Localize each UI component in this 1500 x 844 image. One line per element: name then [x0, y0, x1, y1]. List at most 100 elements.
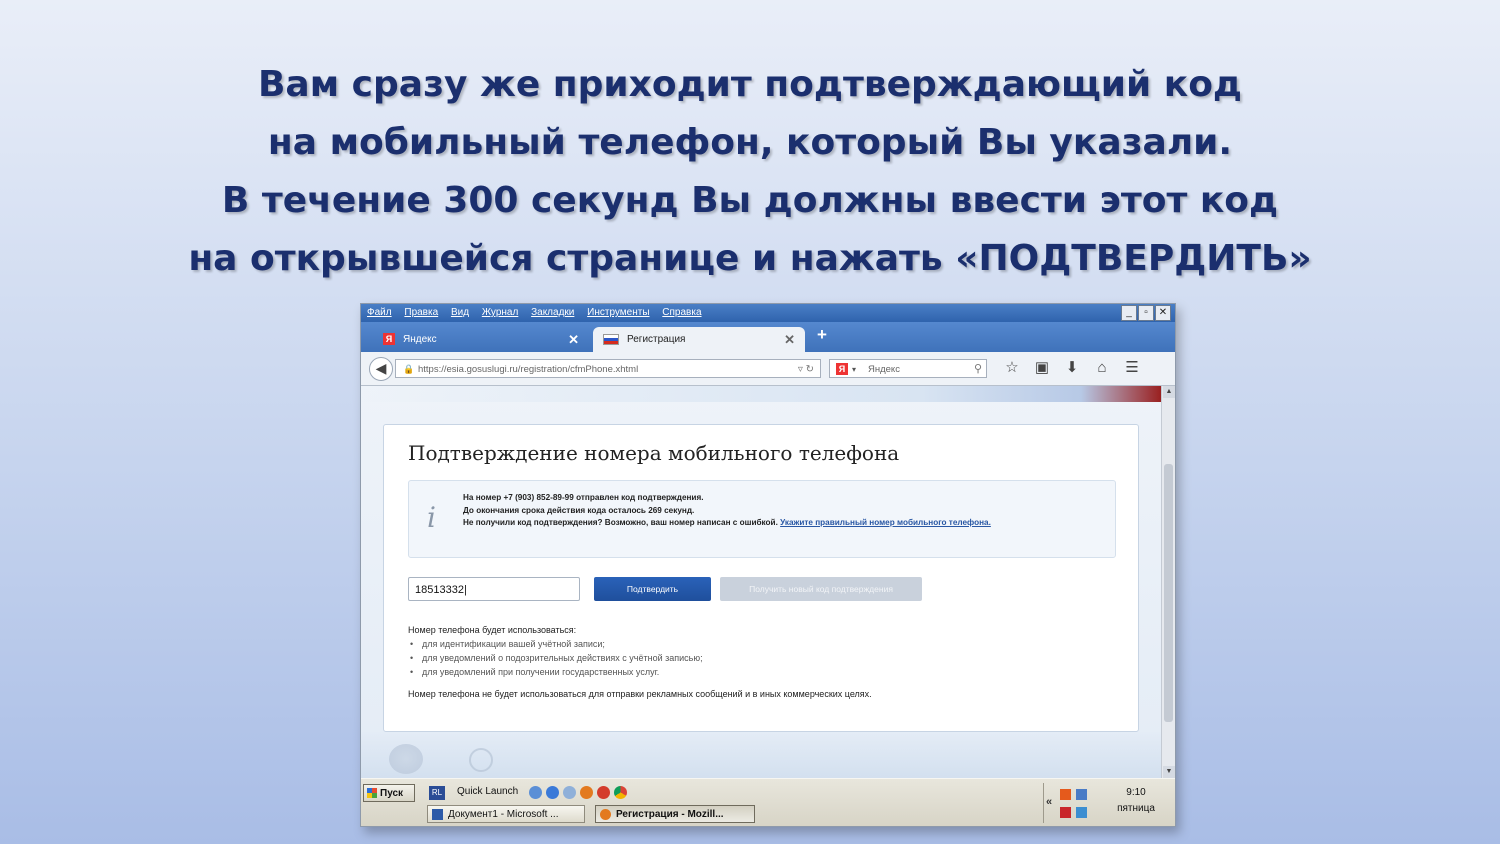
- scroll-thumb[interactable]: [1164, 464, 1173, 722]
- usage-note: Номер телефона не будет использоваться д…: [408, 689, 872, 699]
- chevron-down-icon[interactable]: ▾: [852, 360, 856, 379]
- slide-heading: Вам сразу же приходит подтверждающий код…: [0, 56, 1500, 288]
- menu-file[interactable]: Файл: [367, 307, 392, 318]
- new-tab-button[interactable]: +: [817, 325, 827, 345]
- info-line-1: На номер +7 (903) 852-89-99 отправлен ко…: [463, 493, 704, 502]
- close-icon[interactable]: ✕: [784, 327, 795, 352]
- back-button[interactable]: ◀: [369, 357, 393, 381]
- tray-expand-icon[interactable]: «: [1046, 796, 1052, 808]
- system-tray: « 9:10 пятница: [1043, 783, 1172, 823]
- menu-bookmarks[interactable]: Закладки: [531, 307, 574, 318]
- page-title: Подтверждение номера мобильного телефона: [408, 441, 900, 465]
- tray-network-icon[interactable]: [1076, 789, 1087, 800]
- header-decoration: [361, 386, 1161, 402]
- clock: 9:10 пятница: [1102, 785, 1170, 817]
- scroll-up-icon[interactable]: ▲: [1163, 386, 1175, 398]
- menu-edit[interactable]: Правка: [404, 307, 438, 318]
- menu-history[interactable]: Журнал: [482, 307, 519, 318]
- close-icon[interactable]: ✕: [568, 327, 579, 352]
- taskbar-item-firefox[interactable]: Регистрация - Mozill...: [595, 805, 755, 823]
- emblem-icon: [389, 744, 423, 774]
- menu-tools[interactable]: Инструменты: [587, 307, 649, 318]
- start-button[interactable]: Пуск: [363, 784, 415, 802]
- menu-help[interactable]: Справка: [662, 307, 701, 318]
- heading-line-1: Вам сразу же приходит подтверждающий код: [257, 64, 1243, 105]
- word-icon: [432, 809, 443, 820]
- new-code-button[interactable]: Получить новый код подтверждения: [720, 577, 922, 601]
- heading-line-3: В течение 300 секунд Вы должны ввести эт…: [221, 180, 1279, 221]
- vertical-scrollbar[interactable]: ▲ ▼: [1161, 386, 1175, 778]
- rl-icon[interactable]: RL: [429, 786, 445, 800]
- list-item: для уведомлений о подозрительных действи…: [410, 651, 1108, 665]
- ie-icon[interactable]: [546, 786, 559, 800]
- media-icon[interactable]: [563, 786, 576, 800]
- task-word-label: Документ1 - Microsoft ...: [448, 809, 559, 820]
- window-controls: _ ▫ ✕: [1120, 305, 1171, 321]
- browser-screenshot: Файл Правка Вид Журнал Закладки Инструме…: [360, 303, 1176, 827]
- task-firefox-label: Регистрация - Mozill...: [616, 809, 724, 820]
- list-item: для уведомлений при получении государств…: [410, 665, 1108, 679]
- taskbar-item-word[interactable]: Документ1 - Microsoft ...: [427, 805, 585, 823]
- opera-icon[interactable]: [597, 786, 610, 800]
- info-text: На номер +7 (903) 852-89-99 отправлен ко…: [463, 492, 1103, 530]
- star-icon[interactable]: ☆: [997, 358, 1027, 378]
- tab-yandex-label: Яндекс: [403, 334, 437, 345]
- correct-number-link[interactable]: Укажите правильный номер мобильного теле…: [780, 518, 991, 527]
- tray-monitor-icon[interactable]: [1076, 807, 1087, 818]
- quick-launch-label: Quick Launch: [457, 786, 519, 797]
- confirmation-panel: Подтверждение номера мобильного телефона…: [383, 424, 1139, 732]
- gosuslugi-logo-icon: [469, 748, 493, 772]
- tray-app-icon[interactable]: [1060, 789, 1071, 800]
- back-arrow-icon: ◀: [375, 360, 387, 376]
- menu-bar: Файл Правка Вид Журнал Закладки Инструме…: [361, 304, 1175, 322]
- firefox-icon[interactable]: [580, 786, 593, 800]
- clipboard-icon[interactable]: ▣: [1027, 358, 1057, 378]
- russia-flag-icon: [603, 333, 619, 345]
- confirm-button[interactable]: Подтвердить: [594, 577, 711, 601]
- clock-day: пятница: [1117, 803, 1155, 814]
- heading-line-2: на мобильный телефон, который Вы указали…: [267, 122, 1233, 163]
- code-input[interactable]: 18513332|: [408, 577, 580, 601]
- search-icon[interactable]: ⚲: [974, 360, 982, 379]
- tab-registration[interactable]: Регистрация ✕: [593, 327, 805, 352]
- menu-view[interactable]: Вид: [451, 307, 469, 318]
- windows-logo-icon: [367, 788, 377, 799]
- heading-line-4: на открывшейся странице и нажать «ПОДТВЕ…: [188, 238, 1312, 279]
- address-bar[interactable]: 🔒 https://esia.gosuslugi.ru/registration…: [395, 359, 821, 378]
- code-value: 18513332: [415, 584, 464, 596]
- reload-icon[interactable]: ▿ ↻: [798, 360, 814, 379]
- quick-launch-icons: [529, 784, 631, 802]
- kaspersky-icon[interactable]: [1060, 807, 1071, 818]
- info-line-3: Не получили код подтверждения? Возможно,…: [463, 517, 1103, 530]
- yandex-icon: Я: [383, 333, 395, 346]
- list-item: для идентификации вашей учётной записи;: [410, 637, 1108, 651]
- scroll-down-icon[interactable]: ▼: [1163, 766, 1175, 778]
- close-window-button[interactable]: ✕: [1155, 305, 1171, 321]
- toolbar-icons: ☆ ▣ ⬇ ⌂ ☰: [997, 358, 1147, 378]
- tab-bar: Я Яндекс ✕ Регистрация ✕ +: [361, 322, 1175, 352]
- tab-registration-label: Регистрация: [627, 334, 686, 345]
- minimize-button[interactable]: _: [1121, 305, 1137, 321]
- yandex-search-icon: Я: [836, 363, 848, 375]
- usage-list: для идентификации вашей учётной записи; …: [408, 637, 1108, 679]
- page-content: Подтверждение номера мобильного телефона…: [361, 386, 1161, 778]
- menu-icon[interactable]: ☰: [1117, 358, 1147, 378]
- download-icon[interactable]: ⬇: [1057, 358, 1087, 378]
- usage-title: Номер телефона будет использоваться:: [408, 625, 577, 635]
- info-icon: i: [427, 501, 436, 534]
- navigation-bar: ◀ 🔒 https://esia.gosuslugi.ru/registrati…: [361, 352, 1175, 386]
- lock-icon: 🔒: [403, 364, 415, 374]
- maximize-button[interactable]: ▫: [1138, 305, 1154, 321]
- search-input[interactable]: Я ▾ Яндекс ⚲: [829, 359, 987, 378]
- info-box: i На номер +7 (903) 852-89-99 отправлен …: [408, 480, 1116, 558]
- chrome-icon[interactable]: [614, 786, 627, 800]
- start-label: Пуск: [380, 788, 404, 799]
- taskbar: Пуск RL Quick Launch Документ1 - Microso…: [361, 778, 1175, 826]
- desktop-icon[interactable]: [529, 786, 542, 800]
- info-line-2: До окончания срока действия кода осталос…: [463, 505, 695, 515]
- home-icon[interactable]: ⌂: [1087, 358, 1117, 378]
- info-line-3-text: Не получили код подтверждения? Возможно,…: [463, 518, 781, 527]
- tab-yandex[interactable]: Я Яндекс ✕: [373, 327, 589, 352]
- usage-section: Номер телефона будет использоваться: для…: [408, 623, 1108, 701]
- firefox-icon: [600, 809, 611, 820]
